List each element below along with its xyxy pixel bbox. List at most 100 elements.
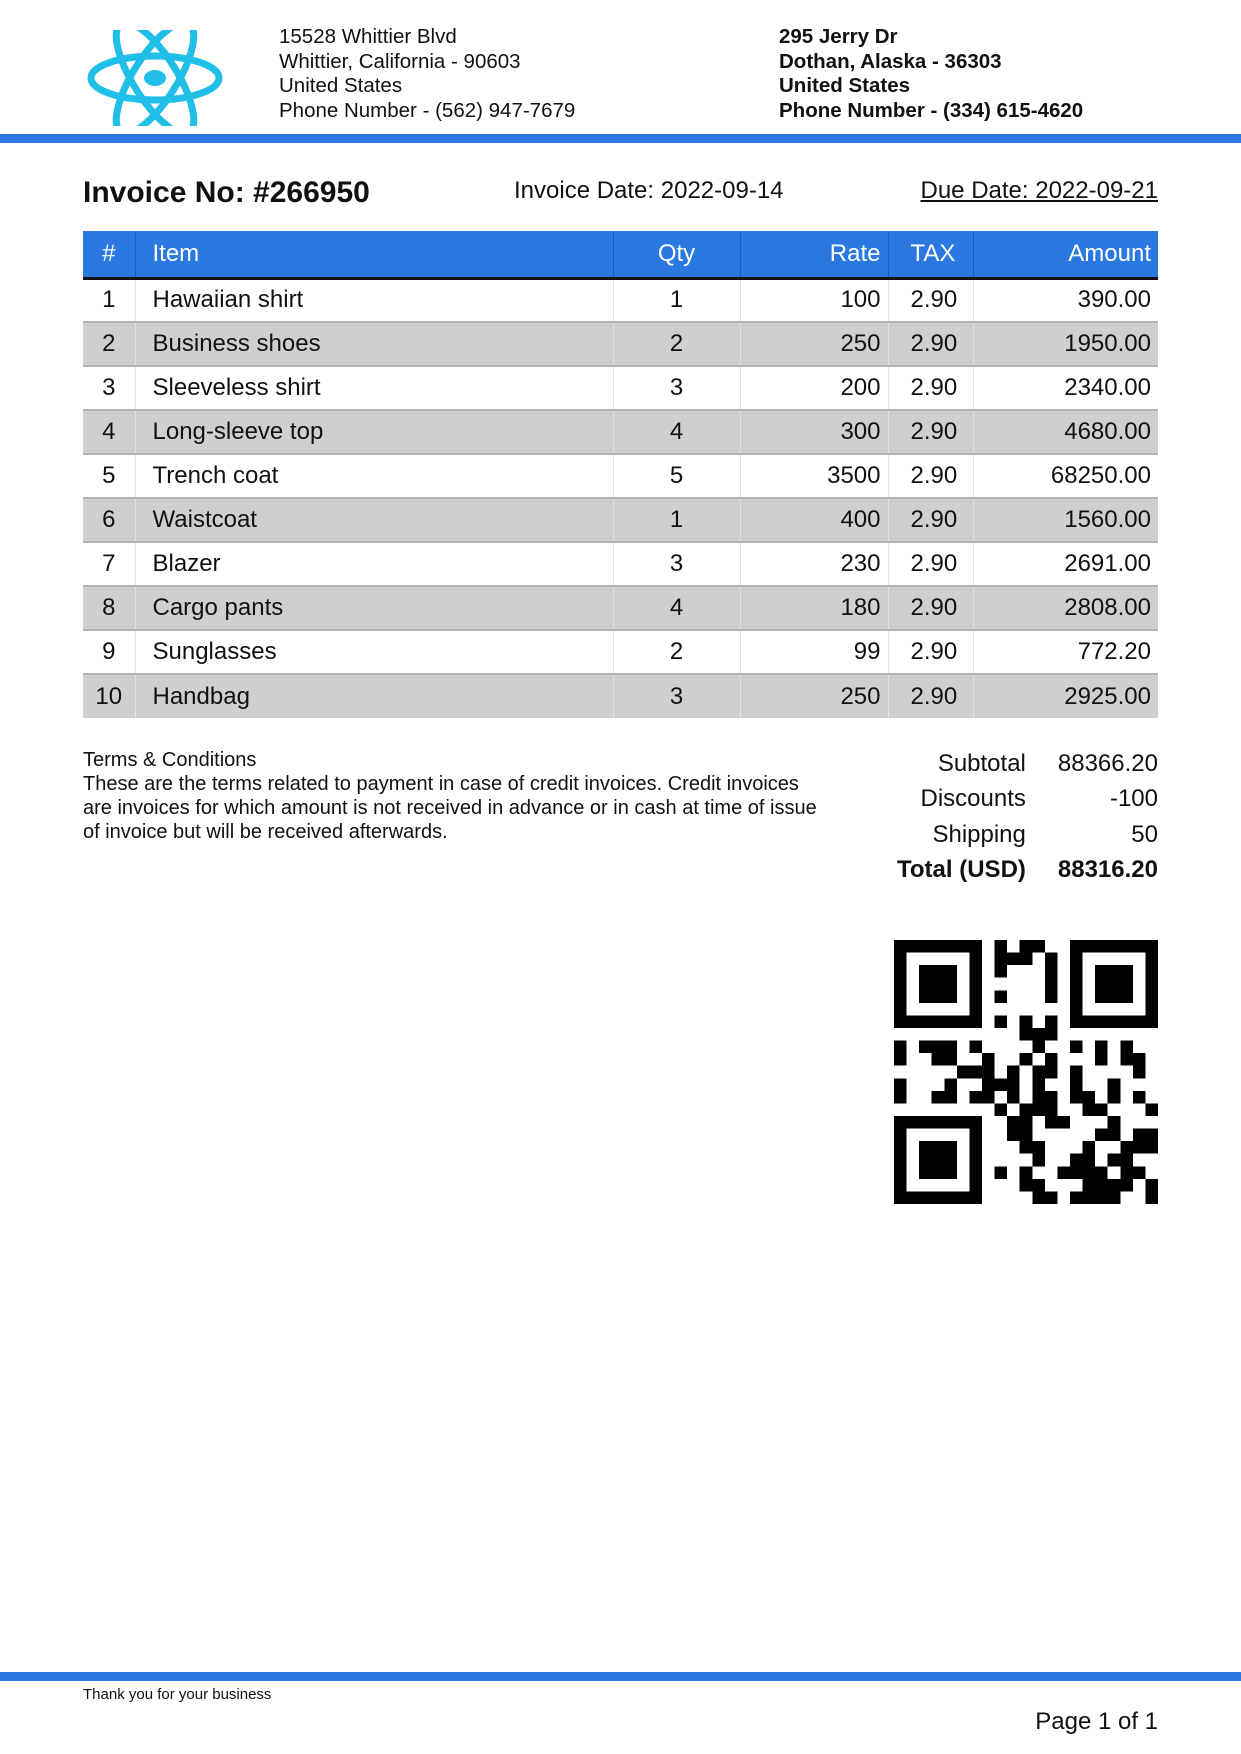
qr-module (944, 977, 957, 991)
qr-module (969, 1090, 982, 1104)
row-number: 9 (83, 630, 136, 675)
qr-module (944, 1166, 957, 1179)
table-row: 4 Long-sleeve top 4 300 2.90 4680.00 (83, 410, 1158, 455)
qr-module (919, 1015, 932, 1028)
qr-module (1057, 1166, 1070, 1179)
qr-module (994, 1015, 1008, 1028)
qr-module (1044, 1103, 1058, 1116)
qr-module (894, 1116, 907, 1129)
qr-module (994, 990, 1008, 1003)
qr-module (1107, 1015, 1121, 1028)
qr-module (1082, 1153, 1096, 1167)
qr-module (969, 1166, 982, 1179)
qr-module (1107, 940, 1121, 953)
qr-module (931, 1040, 945, 1054)
row-item: Cargo pants (135, 586, 614, 631)
qr-module (1095, 977, 1108, 991)
page-number: Page 1 of 1 (1035, 1708, 1158, 1735)
row-rate: 400 (740, 498, 889, 543)
qr-module (894, 1002, 907, 1016)
qr-module (944, 1141, 957, 1154)
row-qty: 2 (613, 630, 741, 675)
row-rate: 99 (740, 630, 889, 675)
qr-module (1120, 1178, 1133, 1192)
qr-module (894, 1153, 907, 1167)
recipient-address: 295 Jerry Dr Dothan, Alaska - 36303 Unit… (779, 25, 1083, 123)
table-row: 9 Sunglasses 2 99 2.90 772.20 (83, 630, 1158, 675)
qr-module (1132, 1128, 1146, 1142)
row-amount: 1560.00 (973, 498, 1158, 543)
qr-module (1120, 977, 1133, 991)
qr-module (919, 990, 932, 1003)
atom-logo-icon (87, 30, 223, 126)
qr-module (1019, 1028, 1033, 1041)
table-header-row: # Item Qty Rate TAX Amount (83, 231, 1158, 280)
qr-module (1007, 1065, 1020, 1079)
row-amount: 2925.00 (973, 674, 1158, 718)
row-number: 4 (83, 410, 136, 455)
qr-module (1082, 1090, 1096, 1104)
row-number: 1 (83, 278, 136, 323)
qr-module (1132, 1065, 1146, 1079)
qr-module (1070, 1191, 1083, 1204)
row-item: Sunglasses (135, 630, 614, 675)
row-qty: 2 (613, 322, 741, 367)
row-qty: 3 (613, 674, 741, 718)
row-qty: 1 (613, 278, 741, 323)
qr-module (1132, 940, 1146, 953)
qr-module (969, 990, 982, 1003)
qr-module (1044, 1191, 1058, 1204)
qr-module (894, 1053, 907, 1066)
qr-module (1070, 1153, 1083, 1167)
qr-module (1082, 940, 1096, 953)
qr-module (894, 990, 907, 1003)
qr-module (1145, 965, 1158, 978)
sender-country: United States (279, 74, 403, 97)
col-header-qty: Qty (613, 231, 741, 280)
qr-module (982, 1053, 995, 1066)
row-number: 2 (83, 322, 136, 367)
qr-module (1007, 1090, 1020, 1104)
qr-module (1019, 1053, 1033, 1066)
qr-module (1032, 1153, 1045, 1167)
row-tax: 2.90 (888, 278, 974, 323)
col-header-amount: Amount (973, 231, 1158, 280)
qr-module (1082, 1103, 1096, 1116)
row-item: Waistcoat (135, 498, 614, 543)
qr-module (1145, 990, 1158, 1003)
row-amount: 68250.00 (973, 454, 1158, 499)
discounts-label: Discounts (920, 785, 1026, 813)
row-tax: 2.90 (888, 630, 974, 675)
qr-module (1120, 1153, 1133, 1167)
total-value: 88316.20 (1057, 856, 1158, 884)
qr-module (1145, 1128, 1158, 1142)
qr-module (931, 940, 945, 953)
qr-module (919, 1116, 932, 1129)
qr-module (1032, 1178, 1045, 1192)
qr-code-icon (894, 940, 1158, 1204)
col-header-item: Item (135, 231, 614, 280)
qr-module (1107, 1191, 1121, 1204)
row-qty: 5 (613, 454, 741, 499)
qr-module (1132, 1090, 1146, 1104)
header-divider (0, 134, 1241, 143)
qr-module (982, 1065, 995, 1079)
row-tax: 2.90 (888, 674, 974, 718)
qr-module (919, 1166, 932, 1179)
qr-module (969, 1191, 982, 1204)
qr-module (931, 1090, 945, 1104)
row-rate: 180 (740, 586, 889, 631)
qr-module (1044, 1090, 1058, 1104)
qr-module (956, 1191, 970, 1204)
qr-module (894, 977, 907, 991)
qr-module (894, 1141, 907, 1154)
row-tax: 2.90 (888, 322, 974, 367)
qr-module (969, 1002, 982, 1016)
qr-module (1070, 1090, 1083, 1104)
qr-module (1107, 977, 1121, 991)
qr-module (1032, 1065, 1045, 1079)
qr-module (919, 1191, 932, 1204)
table-row: 5 Trench coat 5 3500 2.90 68250.00 (83, 454, 1158, 499)
qr-module (1107, 965, 1121, 978)
qr-module (982, 1090, 995, 1104)
